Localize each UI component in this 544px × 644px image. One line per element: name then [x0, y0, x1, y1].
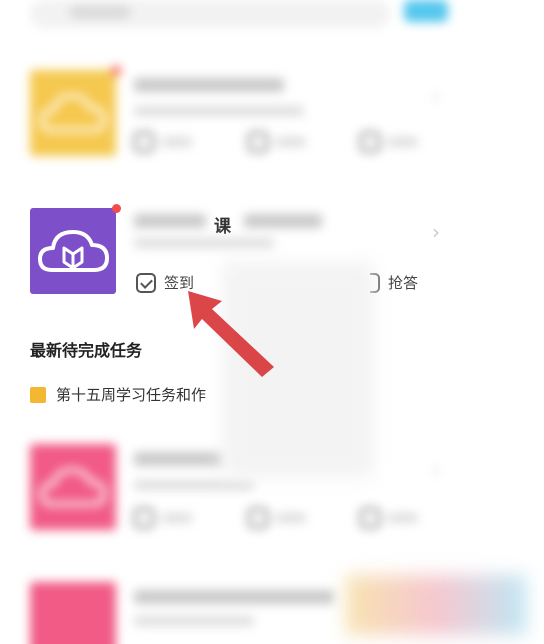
answer-button[interactable]: 抢答: [370, 272, 418, 293]
chevron-right-icon[interactable]: ›: [432, 220, 440, 244]
blur-strip: [346, 575, 526, 635]
chevron-right-icon[interactable]: ›: [432, 84, 440, 108]
cloud-icon: [39, 93, 107, 132]
task-item[interactable]: 第十五周学习任务和作: [30, 384, 206, 405]
course-thumbnail: [30, 70, 116, 156]
task-square-icon: [30, 386, 46, 403]
section-title: 最新待完成任务: [30, 341, 143, 360]
cloud-book-icon: [38, 230, 109, 272]
unread-dot: [112, 204, 121, 213]
unread-dot: [112, 66, 121, 75]
answer-label: 抢答: [388, 274, 419, 292]
checkin-icon: [136, 272, 156, 293]
course-item-1[interactable]: ›: [0, 0, 460, 180]
course-thumbnail: [30, 444, 116, 530]
task-text: 第十五周学习任务和作: [56, 386, 207, 404]
course-thumbnail: [30, 208, 116, 294]
arrow-annotation: [188, 291, 274, 377]
chevron-right-icon[interactable]: ›: [432, 458, 440, 482]
course-thumbnail: [30, 582, 116, 644]
cloud-icon: [39, 467, 107, 506]
course-title-suffix: 课: [214, 217, 231, 237]
